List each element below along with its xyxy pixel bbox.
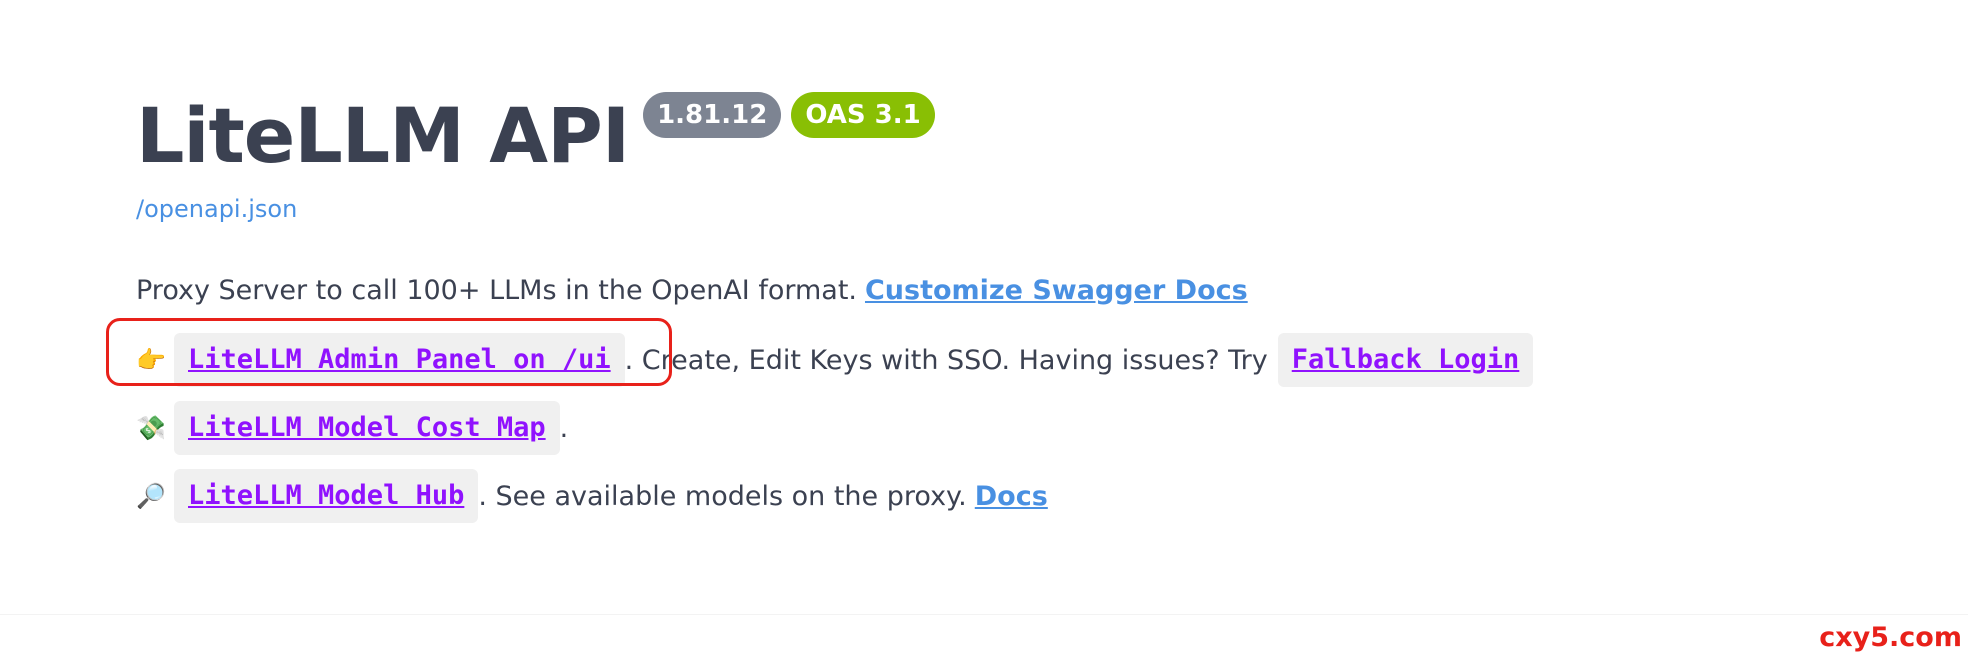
cost-map-row: 💸 LiteLLM Model Cost Map . <box>136 400 568 456</box>
admin-row-text: . Create, Edit Keys with SSO. Having iss… <box>624 344 1268 376</box>
magnifying-glass-icon: 🔎 <box>136 482 166 510</box>
description-intro: Proxy Server to call 100+ LLMs in the Op… <box>136 270 1248 310</box>
title-row: LiteLLM API 1.81.12 OAS 3.1 <box>136 88 935 184</box>
api-title: LiteLLM API <box>136 91 630 180</box>
pointing-hand-icon: 👉 <box>136 346 166 374</box>
admin-panel-link[interactable]: LiteLLM Admin Panel on /ui <box>188 344 611 375</box>
intro-text: Proxy Server to call 100+ LLMs in the Op… <box>136 274 857 306</box>
fallback-login-code: Fallback Login <box>1277 333 1534 387</box>
cost-map-code: LiteLLM Model Cost Map <box>174 401 560 455</box>
swagger-info-page: LiteLLM API 1.81.12 OAS 3.1 /openapi.jso… <box>0 0 1968 658</box>
model-hub-code: LiteLLM Model Hub <box>174 469 479 523</box>
cost-map-row-text: . <box>559 412 569 444</box>
version-badge: 1.81.12 <box>643 92 782 138</box>
watermark-text: cxy5.com <box>1819 622 1962 653</box>
section-divider <box>0 614 1968 615</box>
docs-link[interactable]: Docs <box>975 481 1048 512</box>
customize-swagger-docs-link[interactable]: Customize Swagger Docs <box>865 275 1248 306</box>
openapi-json-link[interactable]: /openapi.json <box>136 195 297 223</box>
model-hub-row-text: . See available models on the proxy. <box>478 480 967 512</box>
oas-badge: OAS 3.1 <box>791 92 935 138</box>
model-hub-row: 🔎 LiteLLM Model Hub . See available mode… <box>136 468 1048 524</box>
money-with-wings-icon: 💸 <box>136 414 166 442</box>
admin-panel-row: 👉 LiteLLM Admin Panel on /ui . Create, E… <box>136 332 1534 388</box>
fallback-login-link[interactable]: Fallback Login <box>1292 344 1520 375</box>
model-cost-map-link[interactable]: LiteLLM Model Cost Map <box>188 412 546 443</box>
model-hub-link[interactable]: LiteLLM Model Hub <box>188 480 464 511</box>
admin-panel-code: LiteLLM Admin Panel on /ui <box>174 333 625 387</box>
